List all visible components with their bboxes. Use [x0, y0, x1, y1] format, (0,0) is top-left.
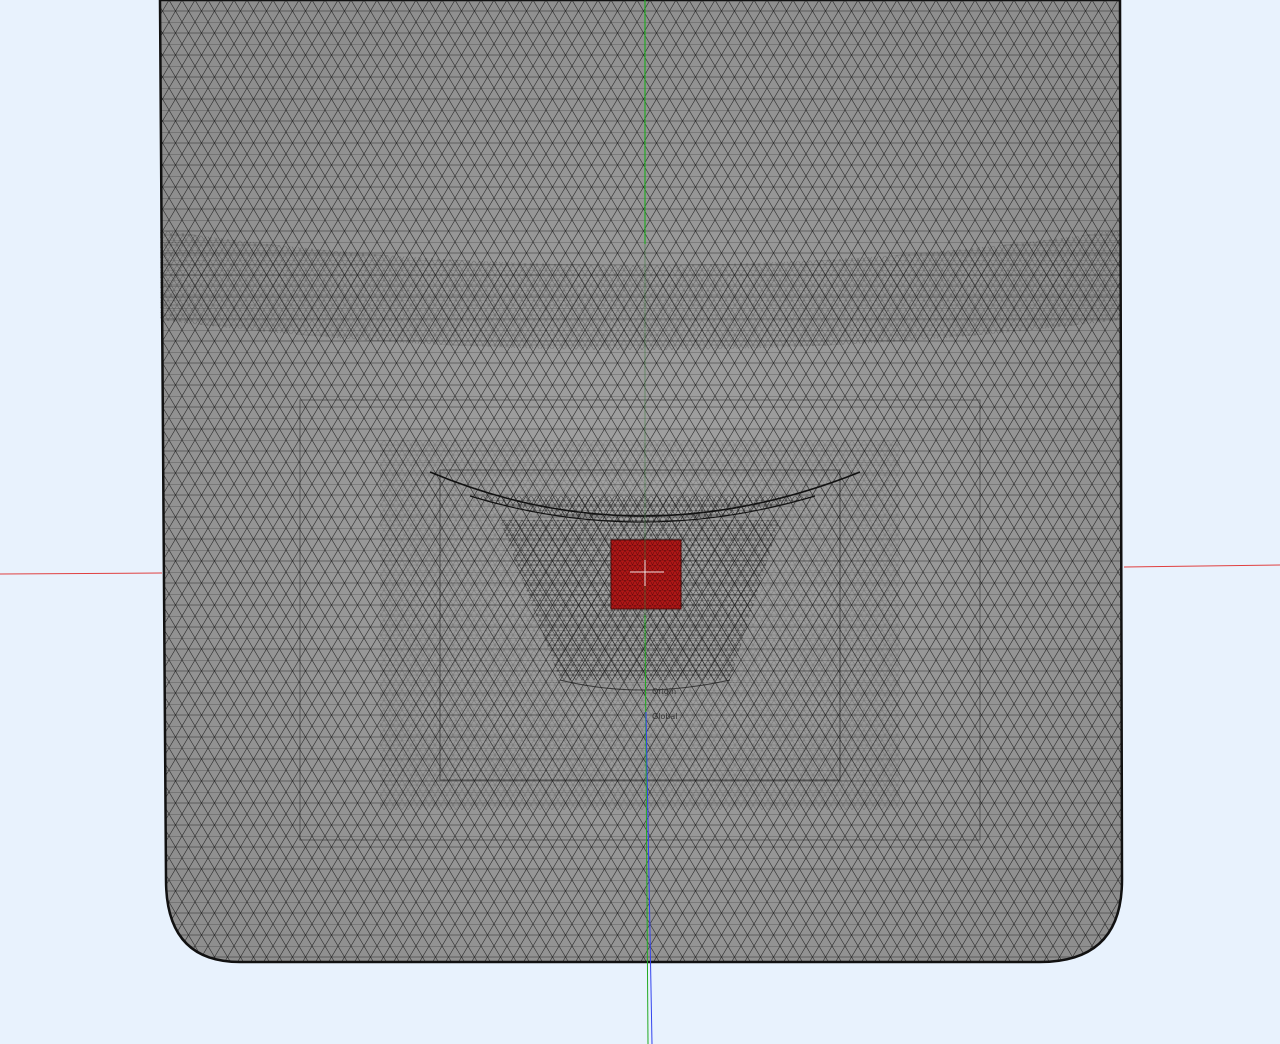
origin-label-2: Global: [652, 712, 678, 721]
mesh-body[interactable]: [158, 0, 1124, 964]
scene-canvas[interactable]: Origin Global: [0, 0, 1280, 1044]
origin-label-1: Origin: [652, 687, 676, 696]
3d-viewport[interactable]: Origin Global: [0, 0, 1280, 1044]
selected-region[interactable]: [610, 539, 682, 610]
